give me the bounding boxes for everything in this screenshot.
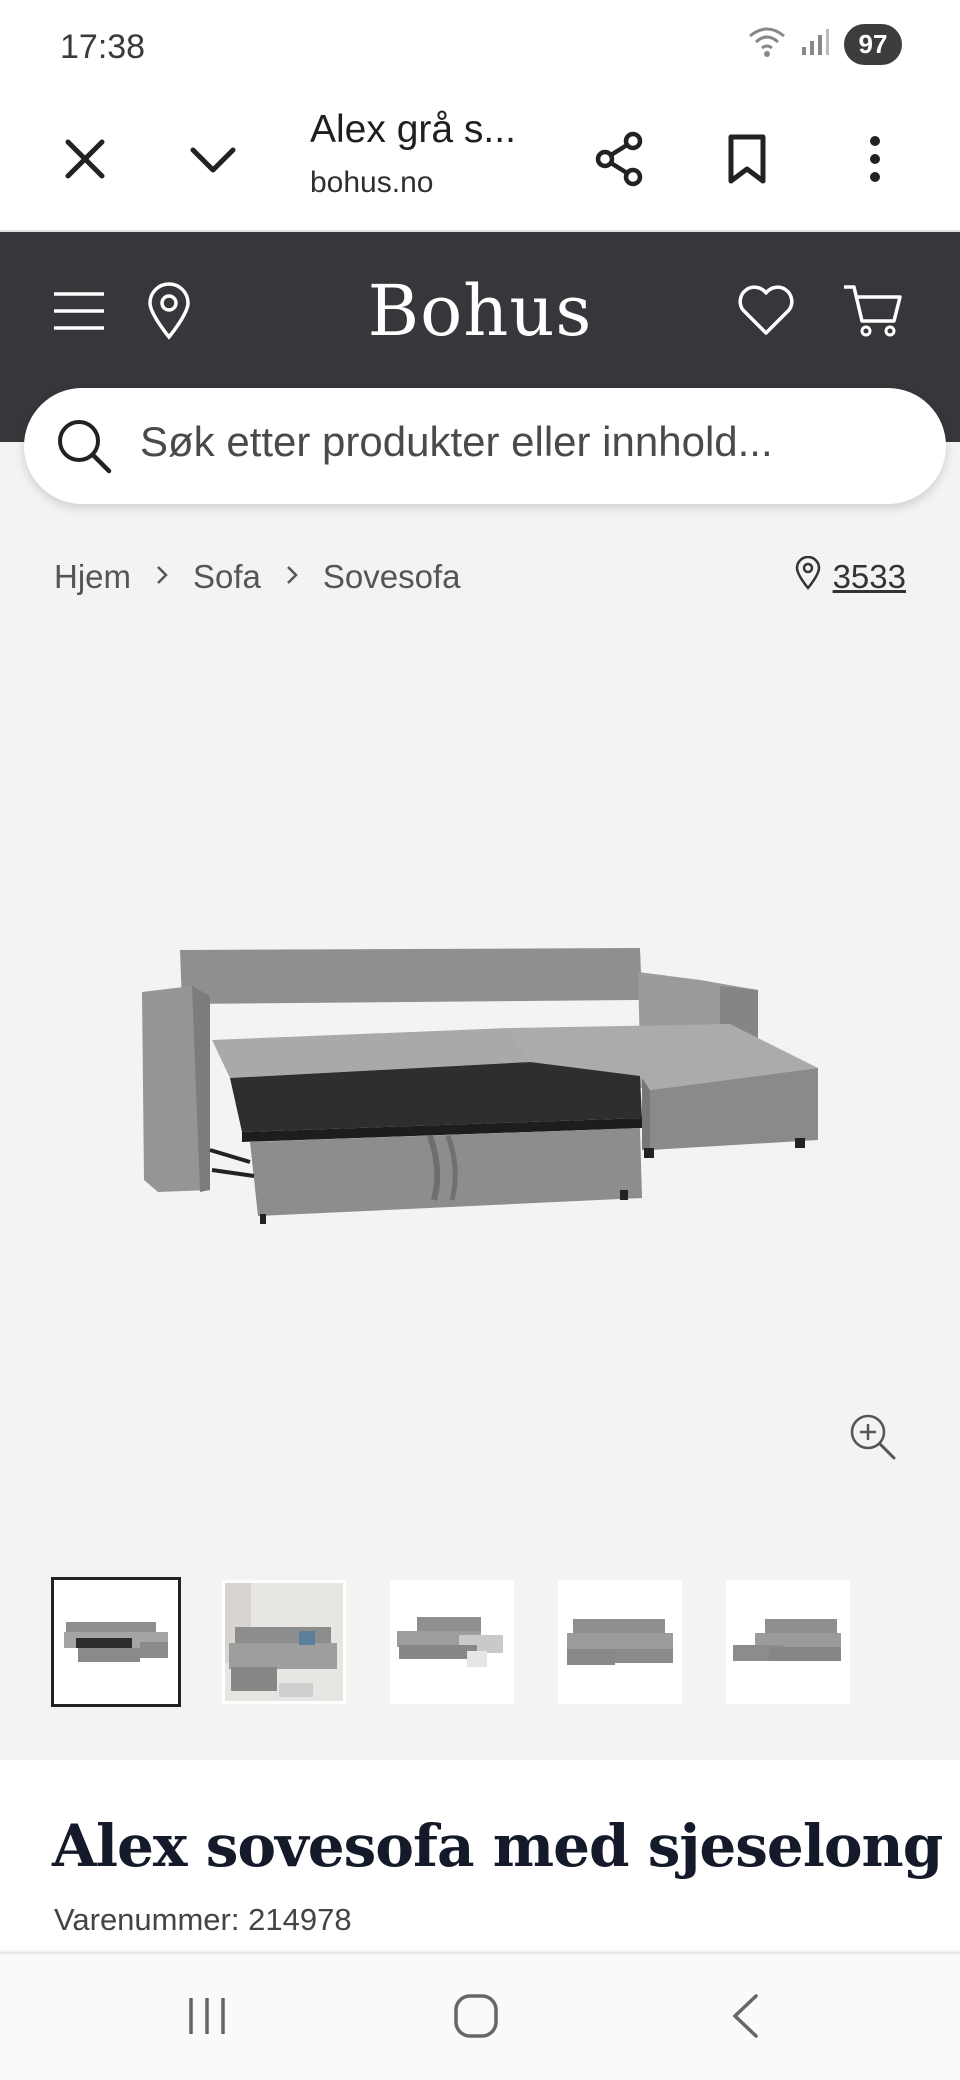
page: 17:38 97 Alex grå s... bohus.no Bohus Sø… <box>0 0 960 2080</box>
sku-label: Varenummer: <box>54 1902 240 1937</box>
share-button[interactable] <box>584 126 654 196</box>
sku-value: 214978 <box>248 1902 352 1937</box>
store-link[interactable]: 3533 <box>795 555 906 598</box>
system-nav-bar <box>0 1952 960 2080</box>
site-logo[interactable]: Bohus <box>0 270 960 352</box>
thumbnail-3[interactable] <box>390 1580 514 1704</box>
favorites-button[interactable] <box>731 278 801 348</box>
breadcrumb: Hjem Sofa Sovesofa <box>54 558 461 596</box>
recent-apps-icon <box>185 1994 229 2043</box>
recent-apps-button[interactable] <box>172 1988 242 2048</box>
more-vertical-icon <box>868 134 882 189</box>
close-icon <box>64 138 106 185</box>
status-bar: 17:38 97 <box>0 0 960 90</box>
more-options-button[interactable] <box>840 126 910 196</box>
breadcrumb-item-hjem[interactable]: Hjem <box>54 558 131 596</box>
thumbnail-1[interactable] <box>51 1577 181 1707</box>
chevron-down-icon <box>189 144 237 179</box>
product-image[interactable] <box>130 900 830 1260</box>
heart-icon <box>737 285 795 342</box>
minimize-tab-button[interactable] <box>178 126 248 196</box>
back-icon <box>730 1993 760 2044</box>
chevron-right-icon <box>285 560 299 594</box>
zoom-in-icon[interactable] <box>848 1412 898 1462</box>
home-icon <box>453 1993 499 2044</box>
sku-line: Varenummer: 214978 <box>54 1902 352 1938</box>
search-input[interactable] <box>140 418 920 466</box>
search-box[interactable] <box>24 388 946 504</box>
thumbnail-2[interactable] <box>222 1580 346 1704</box>
bookmark-button[interactable] <box>712 126 782 196</box>
battery-badge: 97 <box>844 24 902 65</box>
browser-bar: Alex grå s... bohus.no <box>0 90 960 232</box>
product-info: Alex sovesofa med sjeselong Varenummer: … <box>0 1760 960 1950</box>
status-icons: 97 <box>748 24 902 65</box>
breadcrumb-item-sofa[interactable]: Sofa <box>193 558 261 596</box>
wifi-icon <box>748 26 786 63</box>
chevron-right-icon <box>155 560 169 594</box>
thumbnail-4[interactable] <box>558 1580 682 1704</box>
tab-url[interactable]: bohus.no <box>310 166 433 200</box>
tab-title[interactable]: Alex grå s... <box>310 108 516 152</box>
thumbnail-strip <box>51 1577 850 1707</box>
breadcrumb-item-sovesofa[interactable]: Sovesofa <box>323 558 461 596</box>
search-icon <box>54 416 114 476</box>
bookmark-icon <box>725 133 769 190</box>
signal-icon <box>800 27 830 62</box>
cart-button[interactable] <box>838 278 908 348</box>
cart-icon <box>842 283 904 344</box>
home-button[interactable] <box>441 1988 511 2048</box>
status-time: 17:38 <box>60 28 146 66</box>
share-icon <box>593 131 645 192</box>
product-title: Alex sovesofa med sjeselong <box>52 1812 943 1880</box>
close-tab-button[interactable] <box>50 126 120 196</box>
thumbnail-5[interactable] <box>726 1580 850 1704</box>
store-number[interactable]: 3533 <box>833 558 906 596</box>
location-pin-icon <box>795 555 821 598</box>
back-button[interactable] <box>710 1988 780 2048</box>
